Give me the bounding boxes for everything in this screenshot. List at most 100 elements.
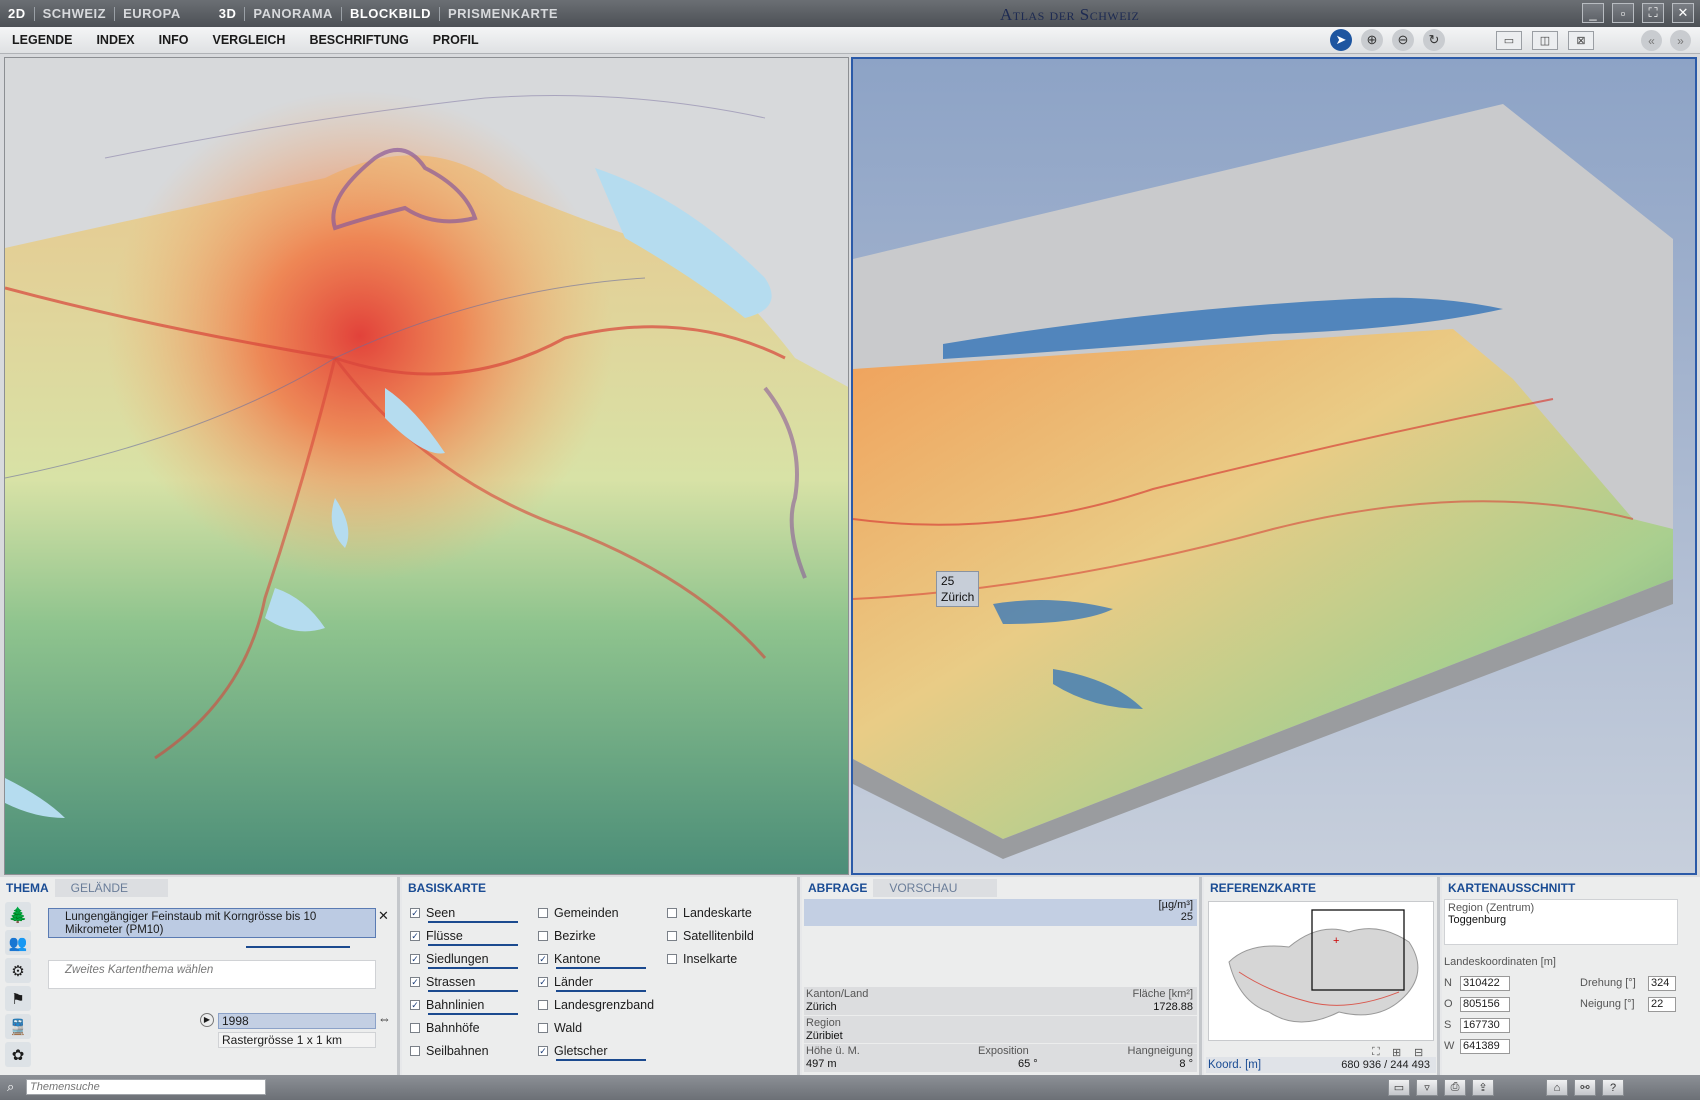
o-input[interactable]: 805156 xyxy=(1460,997,1510,1012)
layer-satellitenbild[interactable]: Satellitenbild xyxy=(667,924,792,947)
split-vertical-icon[interactable]: ◫ xyxy=(1532,31,1558,50)
layer-kantone[interactable]: ✓ Kantone xyxy=(538,947,663,970)
layer-checkbox[interactable] xyxy=(538,907,548,918)
forward-icon[interactable]: » xyxy=(1670,30,1691,51)
layer-checkbox[interactable] xyxy=(667,930,677,941)
mode-2d[interactable]: 2D xyxy=(0,6,34,21)
menu-beschriftung[interactable]: BESCHRIFTUNG xyxy=(297,33,420,47)
layer-seen[interactable]: ✓ Seen xyxy=(410,901,530,924)
year-select[interactable]: 1998 xyxy=(218,1013,376,1029)
layer-flüsse[interactable]: ✓ Flüsse xyxy=(410,924,530,947)
layer-checkbox[interactable]: ✓ xyxy=(538,976,548,987)
opacity-slider[interactable] xyxy=(556,1059,646,1061)
remove-theme-icon[interactable]: ✕ xyxy=(378,908,389,924)
folder-icon[interactable]: ▭ xyxy=(1388,1079,1410,1096)
politics-icon[interactable]: ⚑ xyxy=(5,986,31,1011)
fullscreen-button[interactable]: ⛶ xyxy=(1642,3,1664,23)
link-icon[interactable]: ⚯ xyxy=(1574,1079,1596,1096)
comment-icon[interactable]: ▿ xyxy=(1416,1079,1438,1096)
close-button[interactable]: ✕ xyxy=(1672,3,1694,23)
layer-checkbox[interactable]: ✓ xyxy=(538,953,548,964)
map-2d-view[interactable] xyxy=(4,57,849,875)
reference-map[interactable]: + xyxy=(1208,901,1434,1041)
opacity-slider[interactable] xyxy=(556,990,646,992)
mode-europa[interactable]: EUROPA xyxy=(115,6,189,21)
menu-index[interactable]: INDEX xyxy=(84,33,146,47)
mode-panorama[interactable]: PANORAMA xyxy=(245,6,341,21)
layer-checkbox[interactable]: ✓ xyxy=(410,999,420,1010)
layer-bahnlinien[interactable]: ✓ Bahnlinien xyxy=(410,993,530,1016)
back-icon[interactable]: « xyxy=(1641,30,1662,51)
layer-wald[interactable]: Wald xyxy=(538,1016,663,1039)
tab-thema[interactable]: THEMA xyxy=(0,879,55,897)
layer-seilbahnen[interactable]: Seilbahnen xyxy=(410,1039,530,1062)
s-input[interactable]: 167730 xyxy=(1460,1018,1510,1033)
layer-landeskarte[interactable]: Landeskarte xyxy=(667,901,792,924)
layer-checkbox[interactable] xyxy=(538,999,548,1010)
mode-prismenkarte[interactable]: PRISMENKARTE xyxy=(440,6,566,21)
zoom-in-icon[interactable]: ⊕ xyxy=(1361,29,1383,51)
mode-blockbild[interactable]: BLOCKBILD xyxy=(342,6,439,21)
transport-icon[interactable]: 🚆 xyxy=(5,1014,31,1039)
print-icon[interactable]: ⎙ xyxy=(1444,1079,1466,1096)
forest-icon[interactable]: 🌲 xyxy=(5,902,31,927)
layer-siedlungen[interactable]: ✓ Siedlungen xyxy=(410,947,530,970)
menu-profil[interactable]: PROFIL xyxy=(421,33,491,47)
layer-gletscher[interactable]: ✓ Gletscher xyxy=(538,1039,663,1062)
drehung-input[interactable]: 324 xyxy=(1648,976,1676,991)
tab-abfrage[interactable]: ABFRAGE xyxy=(802,879,874,897)
layer-landesgrenzband[interactable]: Landesgrenzband xyxy=(538,993,663,1016)
layer-checkbox[interactable] xyxy=(667,907,677,918)
n-input[interactable]: 310422 xyxy=(1460,976,1510,991)
theme2-field[interactable]: Zweites Kartenthema wählen xyxy=(48,960,376,989)
layer-checkbox[interactable]: ✓ xyxy=(410,930,420,941)
play-icon[interactable]: ▶ xyxy=(200,1013,214,1027)
layer-länder[interactable]: ✓ Länder xyxy=(538,970,663,993)
layer-gemeinden[interactable]: Gemeinden xyxy=(538,901,663,924)
layer-checkbox[interactable] xyxy=(410,1045,420,1056)
opacity-slider[interactable] xyxy=(428,921,518,923)
layer-checkbox[interactable] xyxy=(667,953,677,964)
help-icon[interactable]: ? xyxy=(1602,1079,1624,1096)
theme1-slider[interactable] xyxy=(246,946,350,948)
menu-vergleich[interactable]: VERGLEICH xyxy=(201,33,298,47)
tab-gelaende[interactable]: GELÄNDE xyxy=(54,879,169,897)
theme1-field[interactable]: Lungengängiger Feinstaub mit Korngrösse … xyxy=(48,908,376,938)
menu-legende[interactable]: LEGENDE xyxy=(0,33,84,47)
minimize-button[interactable]: _ xyxy=(1582,3,1604,23)
layer-bezirke[interactable]: Bezirke xyxy=(538,924,663,947)
mode-schweiz[interactable]: SCHWEIZ xyxy=(35,6,114,21)
pan-icon[interactable]: ↻ xyxy=(1423,29,1445,51)
opacity-slider[interactable] xyxy=(556,967,646,969)
people-icon[interactable]: 👥 xyxy=(5,930,31,955)
split-horizontal-icon[interactable]: ▭ xyxy=(1496,31,1522,50)
mode-3d[interactable]: 3D xyxy=(211,6,245,21)
layer-checkbox[interactable] xyxy=(538,930,548,941)
layer-inselkarte[interactable]: Inselkarte xyxy=(667,947,792,970)
pointer-icon[interactable]: ➤ xyxy=(1330,29,1352,51)
layer-checkbox[interactable]: ✓ xyxy=(410,907,420,918)
split-cross-icon[interactable]: ⊠ xyxy=(1568,31,1594,50)
zoom-out-icon[interactable]: ⊖ xyxy=(1392,29,1414,51)
opacity-slider[interactable] xyxy=(428,990,518,992)
compare-icon[interactable]: ⇔ xyxy=(378,1011,391,1026)
layer-checkbox[interactable] xyxy=(410,1022,420,1033)
opacity-slider[interactable] xyxy=(428,967,518,969)
export-icon[interactable]: ⇪ xyxy=(1472,1079,1494,1096)
layer-checkbox[interactable]: ✓ xyxy=(538,1045,548,1056)
layer-bahnhöfe[interactable]: Bahnhöfe xyxy=(410,1016,530,1039)
layer-checkbox[interactable] xyxy=(538,1022,548,1033)
economy-icon[interactable]: ⚙ xyxy=(5,958,31,983)
tab-vorschau[interactable]: VORSCHAU xyxy=(873,879,998,897)
home-icon[interactable]: ⌂ xyxy=(1546,1079,1568,1096)
map-3d-view[interactable]: 25 Zürich xyxy=(851,57,1697,875)
restore-button[interactable]: ▫ xyxy=(1612,3,1634,23)
layer-strassen[interactable]: ✓ Strassen xyxy=(410,970,530,993)
neigung-input[interactable]: 22 xyxy=(1648,997,1676,1012)
layer-checkbox[interactable]: ✓ xyxy=(410,953,420,964)
layer-checkbox[interactable]: ✓ xyxy=(410,976,420,987)
opacity-slider[interactable] xyxy=(428,1013,518,1015)
menu-info[interactable]: INFO xyxy=(147,33,201,47)
w-input[interactable]: 641389 xyxy=(1460,1039,1510,1054)
theme-search-input[interactable] xyxy=(26,1079,266,1095)
